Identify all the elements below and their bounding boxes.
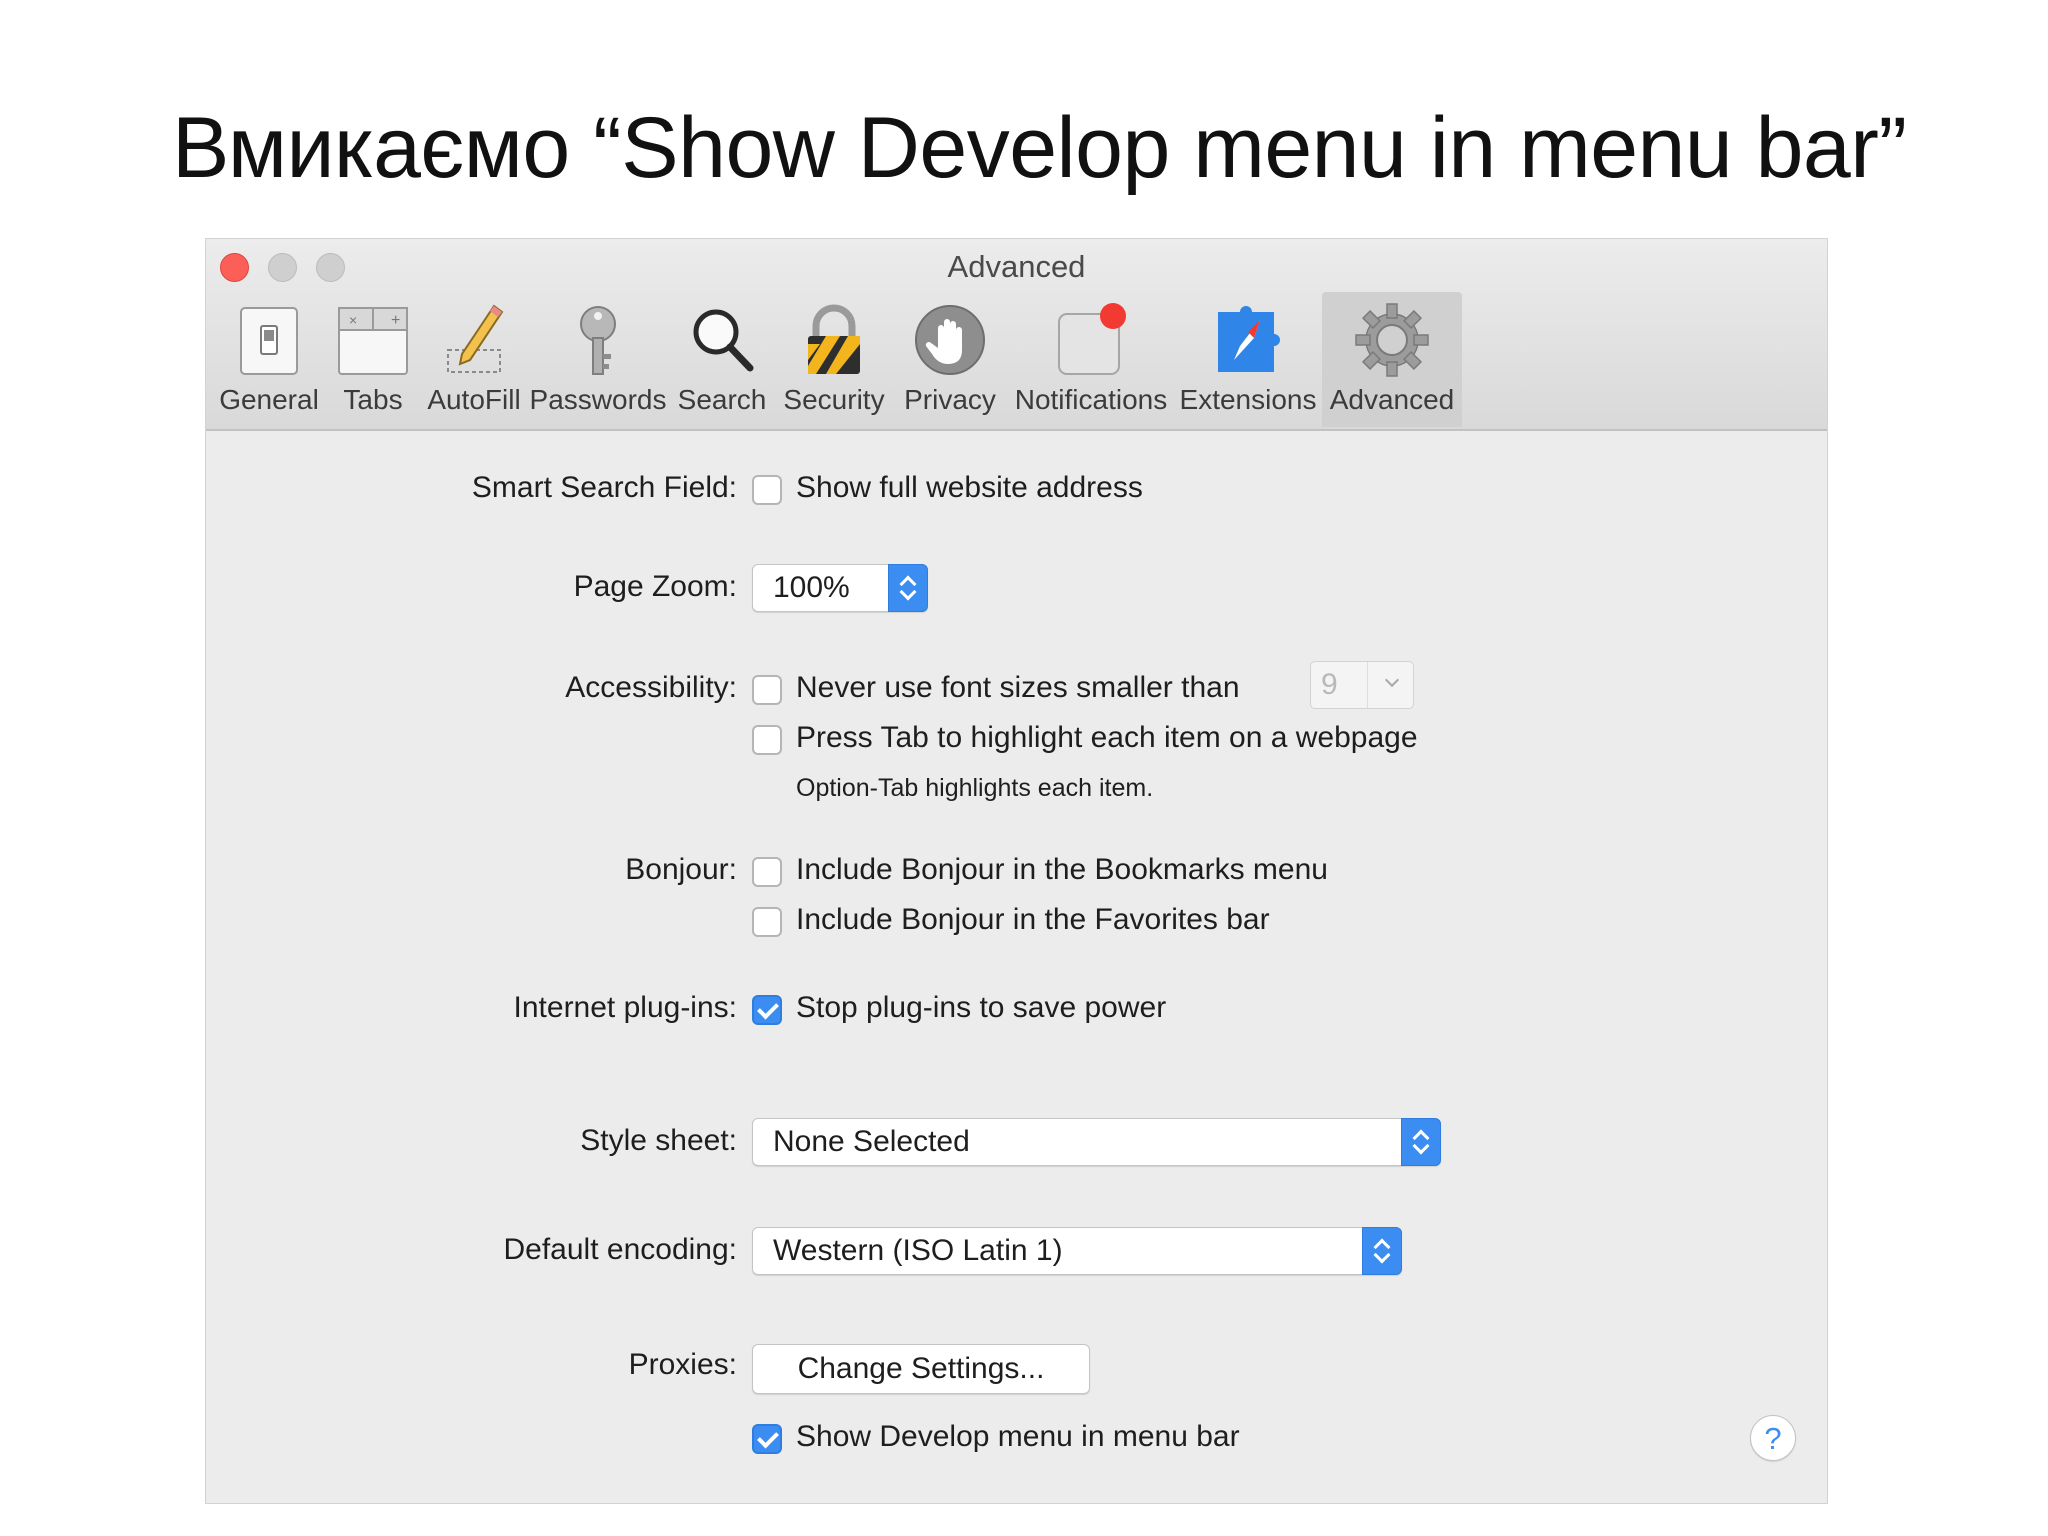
help-button[interactable]: ? [1750, 1415, 1796, 1461]
smart-search-label: Smart Search Field: [471, 471, 737, 504]
style-sheet-value: None Selected [773, 1125, 970, 1158]
option-tab-hint: Option-Tab highlights each item. [796, 774, 1154, 802]
press-tab-checkbox[interactable] [752, 725, 782, 755]
tab-label: Notifications [1014, 384, 1168, 415]
tab-search[interactable]: Search [672, 292, 772, 427]
tabs-icon: × + [338, 307, 408, 375]
page-zoom-select[interactable]: 100% [752, 564, 928, 612]
pencil-icon [447, 304, 504, 373]
general-switch-icon [240, 307, 298, 375]
change-settings-button[interactable]: Change Settings... [752, 1344, 1090, 1394]
magnifier-icon [693, 309, 754, 372]
style-sheet-label: Style sheet: [580, 1124, 737, 1157]
notification-badge-icon [1058, 303, 1126, 375]
min-font-size-select[interactable]: 9 [1310, 661, 1414, 709]
tab-label: AutoFill [427, 384, 521, 415]
style-sheet-stepper[interactable] [1401, 1118, 1441, 1166]
safari-preferences-window: Advanced General × + Tabs AutoFill Passw… [206, 239, 1827, 1503]
tab-label: Search [677, 384, 767, 415]
tab-label: Passwords [529, 384, 667, 415]
show-develop-menu-label: Show Develop menu in menu bar [796, 1420, 1240, 1453]
svg-text:+: + [391, 312, 400, 329]
tab-passwords[interactable]: Passwords [528, 292, 668, 427]
tab-label: Tabs [343, 384, 403, 415]
window-titlebar: Advanced General × + Tabs AutoFill Passw… [206, 239, 1827, 431]
style-sheet-select[interactable]: None Selected [752, 1118, 1441, 1166]
show-develop-menu-checkbox[interactable] [752, 1424, 782, 1454]
encoding-select[interactable]: Western (ISO Latin 1) [752, 1227, 1402, 1275]
tab-notifications[interactable]: Notifications [1006, 292, 1176, 427]
show-full-address-label: Show full website address [796, 471, 1143, 504]
tab-label: Extensions [1179, 384, 1317, 415]
svg-text:×: × [349, 312, 357, 328]
hand-icon [915, 305, 985, 375]
chevron-down-icon [1384, 672, 1400, 688]
min-font-size-label: Never use font sizes smaller than [796, 671, 1240, 704]
tab-privacy[interactable]: Privacy [898, 292, 1002, 427]
key-icon [580, 306, 616, 375]
tab-extensions[interactable]: Extensions [1178, 292, 1318, 427]
accessibility-label: Accessibility: [565, 671, 737, 704]
page-zoom-value: 100% [773, 571, 850, 604]
stop-plugins-label: Stop plug-ins to save power [796, 991, 1167, 1024]
min-font-size-value: 9 [1321, 668, 1338, 701]
advanced-settings-pane: Smart Search Field: Show full website ad… [206, 431, 1827, 1503]
slide-title: Вмикаємо “Show Develop menu in menu bar” [172, 100, 1907, 196]
tab-label: General [219, 384, 319, 415]
tab-advanced[interactable]: Advanced [1322, 292, 1462, 427]
tab-security[interactable]: Security [774, 292, 894, 427]
min-font-size-checkbox[interactable] [752, 675, 782, 705]
bonjour-bookmarks-checkbox[interactable] [752, 857, 782, 887]
encoding-label: Default encoding: [503, 1233, 738, 1266]
stop-plugins-checkbox[interactable] [752, 995, 782, 1025]
page-zoom-label: Page Zoom: [573, 570, 737, 603]
window-title: Advanced [947, 249, 1086, 284]
proxies-label: Proxies: [628, 1348, 737, 1381]
bonjour-bookmarks-label: Include Bonjour in the Bookmarks menu [796, 853, 1328, 886]
gear-icon [1355, 303, 1429, 377]
plugins-label: Internet plug-ins: [513, 991, 737, 1024]
tab-label: Privacy [904, 384, 996, 415]
bonjour-favorites-label: Include Bonjour in the Favorites bar [796, 903, 1270, 936]
bonjour-label: Bonjour: [625, 853, 737, 886]
press-tab-label: Press Tab to highlight each item on a we… [796, 721, 1418, 754]
page-zoom-stepper[interactable] [888, 564, 928, 612]
puzzle-compass-icon [1218, 306, 1280, 372]
tab-label: Advanced [1329, 384, 1455, 415]
tab-label: Security [783, 384, 885, 415]
tab-tabs[interactable]: × + Tabs [328, 292, 418, 427]
encoding-value: Western (ISO Latin 1) [773, 1234, 1063, 1267]
tab-general[interactable]: General [214, 292, 324, 427]
padlock-icon [808, 304, 860, 374]
tab-autofill[interactable]: AutoFill [424, 292, 524, 427]
show-full-address-checkbox[interactable] [752, 475, 782, 505]
bonjour-favorites-checkbox[interactable] [752, 907, 782, 937]
encoding-stepper[interactable] [1362, 1227, 1402, 1275]
